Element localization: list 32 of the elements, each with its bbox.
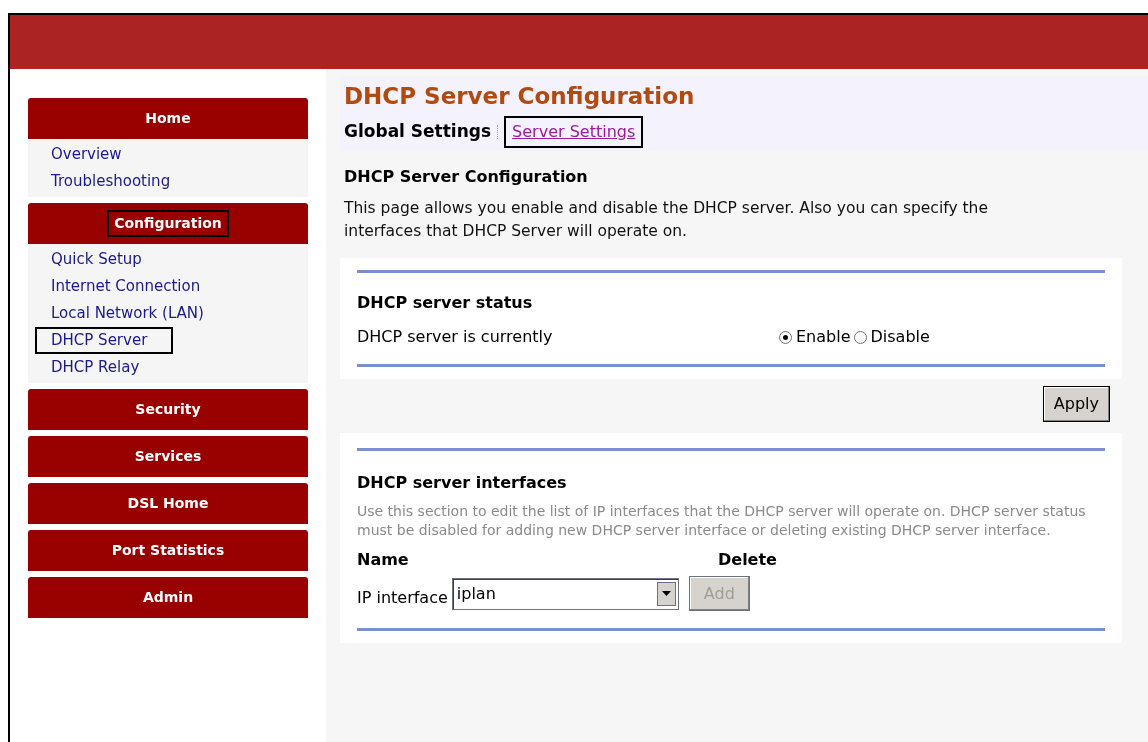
intro-text: This page allows you enable and disable the DHCP server. Also you can specify the interfaces that DHCP Server will operate on. bbox=[344, 198, 989, 242]
nav-link[interactable]: DHCP Relay bbox=[28, 354, 140, 381]
column-header: Name bbox=[357, 549, 410, 571]
nav-link[interactable]: Overview bbox=[28, 141, 122, 168]
nav-section-button[interactable]: Configuration bbox=[28, 203, 308, 244]
nav-link[interactable]: DHCP Server bbox=[35, 327, 174, 354]
nav-section-button[interactable]: Home bbox=[28, 98, 308, 139]
nav-section-button[interactable]: Port Statistics bbox=[28, 530, 308, 571]
nav-link[interactable]: Quick Setup bbox=[28, 246, 142, 273]
nav-section-button[interactable]: Admin bbox=[28, 577, 308, 618]
tab[interactable]: Global Settings bbox=[344, 115, 492, 149]
radio-button[interactable] bbox=[853, 330, 867, 344]
nav-section-button[interactable]: Security bbox=[28, 389, 308, 430]
apply-button[interactable]: Apply bbox=[1042, 386, 1110, 422]
nav-section-button[interactable]: Services bbox=[28, 436, 308, 477]
section-description: Use this section to edit the list of IP interfaces that the DHCP server will operate on. DHCP server status must be disabled for adding new DHCP server interface or deleting existing DHCP server interface. bbox=[357, 502, 1087, 540]
section-heading: DHCP server status bbox=[357, 292, 534, 314]
tab[interactable]: Server Settings bbox=[504, 115, 644, 148]
nav-link[interactable]: Troubleshooting bbox=[28, 168, 171, 195]
nav-link[interactable]: Local Network (LAN) bbox=[28, 300, 204, 327]
nav-link[interactable]: Internet Connection bbox=[28, 273, 201, 300]
page-title: DHCP Server Configuration bbox=[344, 82, 696, 110]
radio-label: Disable bbox=[870, 326, 930, 348]
interface-select[interactable]: iplan bbox=[451, 577, 679, 610]
radio-label: Enable bbox=[796, 326, 851, 348]
section-heading: DHCP Server Configuration bbox=[344, 166, 589, 188]
radio-button[interactable] bbox=[779, 330, 792, 344]
field-label: DHCP server is currently bbox=[357, 326, 554, 348]
column-header: Delete bbox=[718, 549, 777, 571]
section-heading: DHCP server interfaces bbox=[357, 472, 568, 494]
field-label: IP interface bbox=[357, 586, 448, 609]
nav-section-button[interactable]: DSL Home bbox=[28, 483, 308, 524]
